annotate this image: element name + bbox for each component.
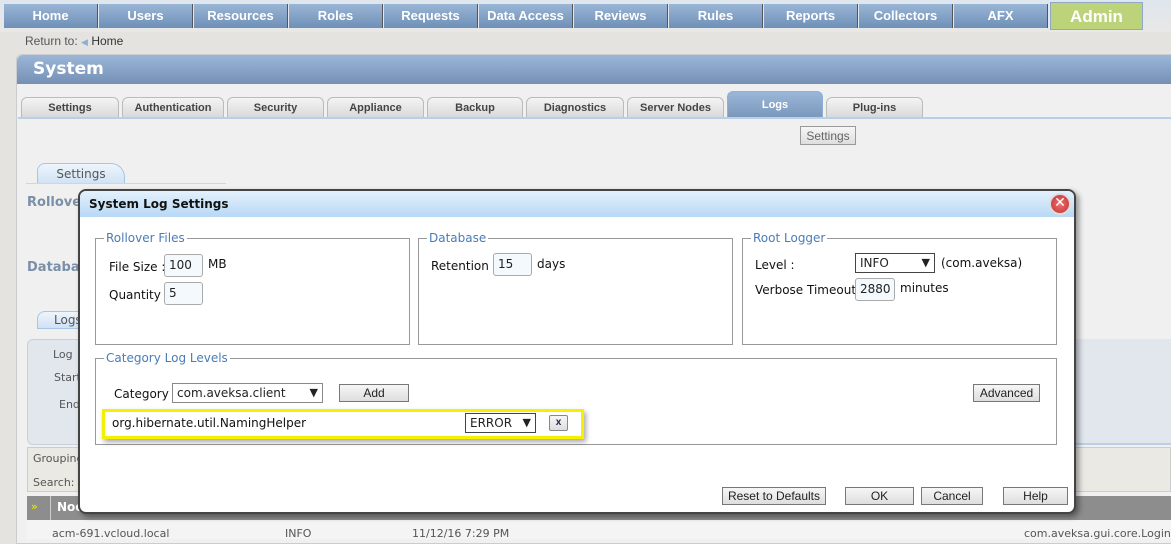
- row-time: 11/12/16 7:29 PM: [412, 527, 510, 540]
- root-logger-legend: Root Logger: [753, 231, 826, 245]
- retention-label: Retention :: [431, 259, 497, 273]
- tab-server-nodes[interactable]: Server Nodes: [627, 97, 724, 118]
- root-level-select[interactable]: INFO ▼: [855, 253, 935, 273]
- breadcrumb-home-link[interactable]: Home: [91, 34, 123, 48]
- remove-entry-button[interactable]: x: [549, 415, 568, 431]
- tab-security[interactable]: Security: [227, 97, 324, 118]
- category-select[interactable]: com.aveksa.client ▼: [172, 383, 323, 403]
- retention-unit: days: [537, 257, 566, 271]
- grouping-label: Grouping: [33, 452, 84, 465]
- category-label: Category :: [114, 387, 177, 401]
- nav-requests[interactable]: Requests: [384, 4, 478, 28]
- nav-home[interactable]: Home: [4, 4, 98, 28]
- category-value: com.aveksa.client: [177, 386, 286, 400]
- category-entry-row: org.hibernate.util.NamingHelper ERROR ▼ x: [102, 409, 584, 439]
- column-divider: [50, 496, 51, 520]
- tab-backup[interactable]: Backup: [427, 97, 523, 118]
- row-node: acm-691.vcloud.local: [52, 527, 170, 540]
- ok-button[interactable]: OK: [845, 487, 914, 505]
- level-label: Level :: [755, 258, 795, 272]
- nav-admin[interactable]: Admin: [1050, 2, 1143, 30]
- search-label: Search:: [33, 476, 75, 489]
- back-arrow-icon: ◀: [81, 37, 88, 47]
- end-label: End: [59, 398, 80, 411]
- row-source: com.aveksa.gui.core.LoginI: [1024, 527, 1171, 540]
- breadcrumb-prefix: Return to:: [25, 34, 78, 48]
- nav-roles[interactable]: Roles: [289, 4, 383, 28]
- nav-data-access[interactable]: Data Access: [479, 4, 573, 28]
- rollover-legend: Rollover Files: [106, 231, 185, 245]
- nav-reports[interactable]: Reports: [764, 4, 858, 28]
- quantity-input[interactable]: 5: [164, 282, 203, 305]
- dialog-title: System Log Settings: [80, 191, 1074, 217]
- verbose-timeout-label: Verbose Timeout :: [755, 283, 864, 297]
- nav-resources[interactable]: Resources: [194, 4, 288, 28]
- tab-authentication[interactable]: Authentication: [122, 97, 224, 118]
- retention-input[interactable]: 15: [493, 253, 532, 276]
- database-legend: Database: [429, 231, 487, 245]
- divider: [26, 183, 226, 184]
- tab-diagnostics[interactable]: Diagnostics: [526, 97, 624, 118]
- nav-collectors[interactable]: Collectors: [859, 4, 953, 28]
- nav-users[interactable]: Users: [99, 4, 193, 28]
- page-title: System: [17, 55, 1171, 84]
- tab-settings[interactable]: Settings: [21, 97, 119, 118]
- row-level: INFO: [285, 527, 312, 540]
- table-row[interactable]: acm-691.vcloud.local INFO 11/12/16 7:29 …: [27, 520, 1171, 540]
- category-legend: Category Log Levels: [106, 351, 228, 365]
- database-group: Database: [418, 231, 733, 345]
- log-filter-panel-right: [1075, 339, 1171, 445]
- verbose-timeout-input[interactable]: 2880: [855, 278, 895, 301]
- file-size-label: File Size :: [109, 260, 166, 274]
- expand-all-icon[interactable]: »: [31, 500, 38, 513]
- help-button[interactable]: Help: [1003, 487, 1068, 505]
- category-entry-name: org.hibernate.util.NamingHelper: [112, 416, 307, 430]
- category-entry-level-select[interactable]: ERROR ▼: [465, 413, 536, 433]
- add-button[interactable]: Add: [339, 384, 409, 402]
- root-level-value: INFO: [860, 256, 889, 270]
- top-nav: Home Users Resources Roles Requests Data…: [0, 0, 1171, 32]
- close-icon[interactable]: ✕: [1049, 193, 1071, 215]
- file-size-input[interactable]: 100: [164, 254, 203, 277]
- start-label: Start: [54, 371, 81, 384]
- nav-reviews[interactable]: Reviews: [574, 4, 668, 28]
- settings-button[interactable]: Settings: [800, 126, 856, 145]
- tab-appliance[interactable]: Appliance: [327, 97, 424, 118]
- rollover-heading: Rollove: [27, 195, 82, 210]
- level-note: (com.aveksa): [941, 256, 1023, 270]
- cancel-button[interactable]: Cancel: [921, 487, 983, 505]
- log-label: Log: [53, 348, 73, 361]
- tab-plug-ins[interactable]: Plug-ins: [826, 97, 923, 118]
- database-heading: Databa: [27, 260, 80, 275]
- file-size-unit: MB: [208, 257, 227, 271]
- tab-divider: [18, 117, 1171, 119]
- nav-rules[interactable]: Rules: [669, 4, 763, 28]
- tab-logs[interactable]: Logs: [727, 91, 823, 118]
- chevron-down-icon: ▼: [921, 256, 930, 269]
- category-entry-level: ERROR: [470, 416, 513, 430]
- subtab-settings[interactable]: Settings: [37, 163, 125, 184]
- system-log-settings-dialog: System Log Settings ✕ Rollover Files Fil…: [78, 189, 1076, 514]
- nav-afx[interactable]: AFX: [954, 4, 1048, 28]
- verbose-timeout-unit: minutes: [900, 281, 949, 295]
- quantity-label: Quantity :: [109, 288, 169, 302]
- breadcrumb: Return to: ◀ Home: [25, 34, 123, 48]
- chevron-down-icon: ▼: [309, 386, 318, 399]
- reset-to-defaults-button[interactable]: Reset to Defaults: [722, 487, 826, 505]
- advanced-button[interactable]: Advanced: [973, 384, 1040, 402]
- chevron-down-icon: ▼: [522, 416, 531, 429]
